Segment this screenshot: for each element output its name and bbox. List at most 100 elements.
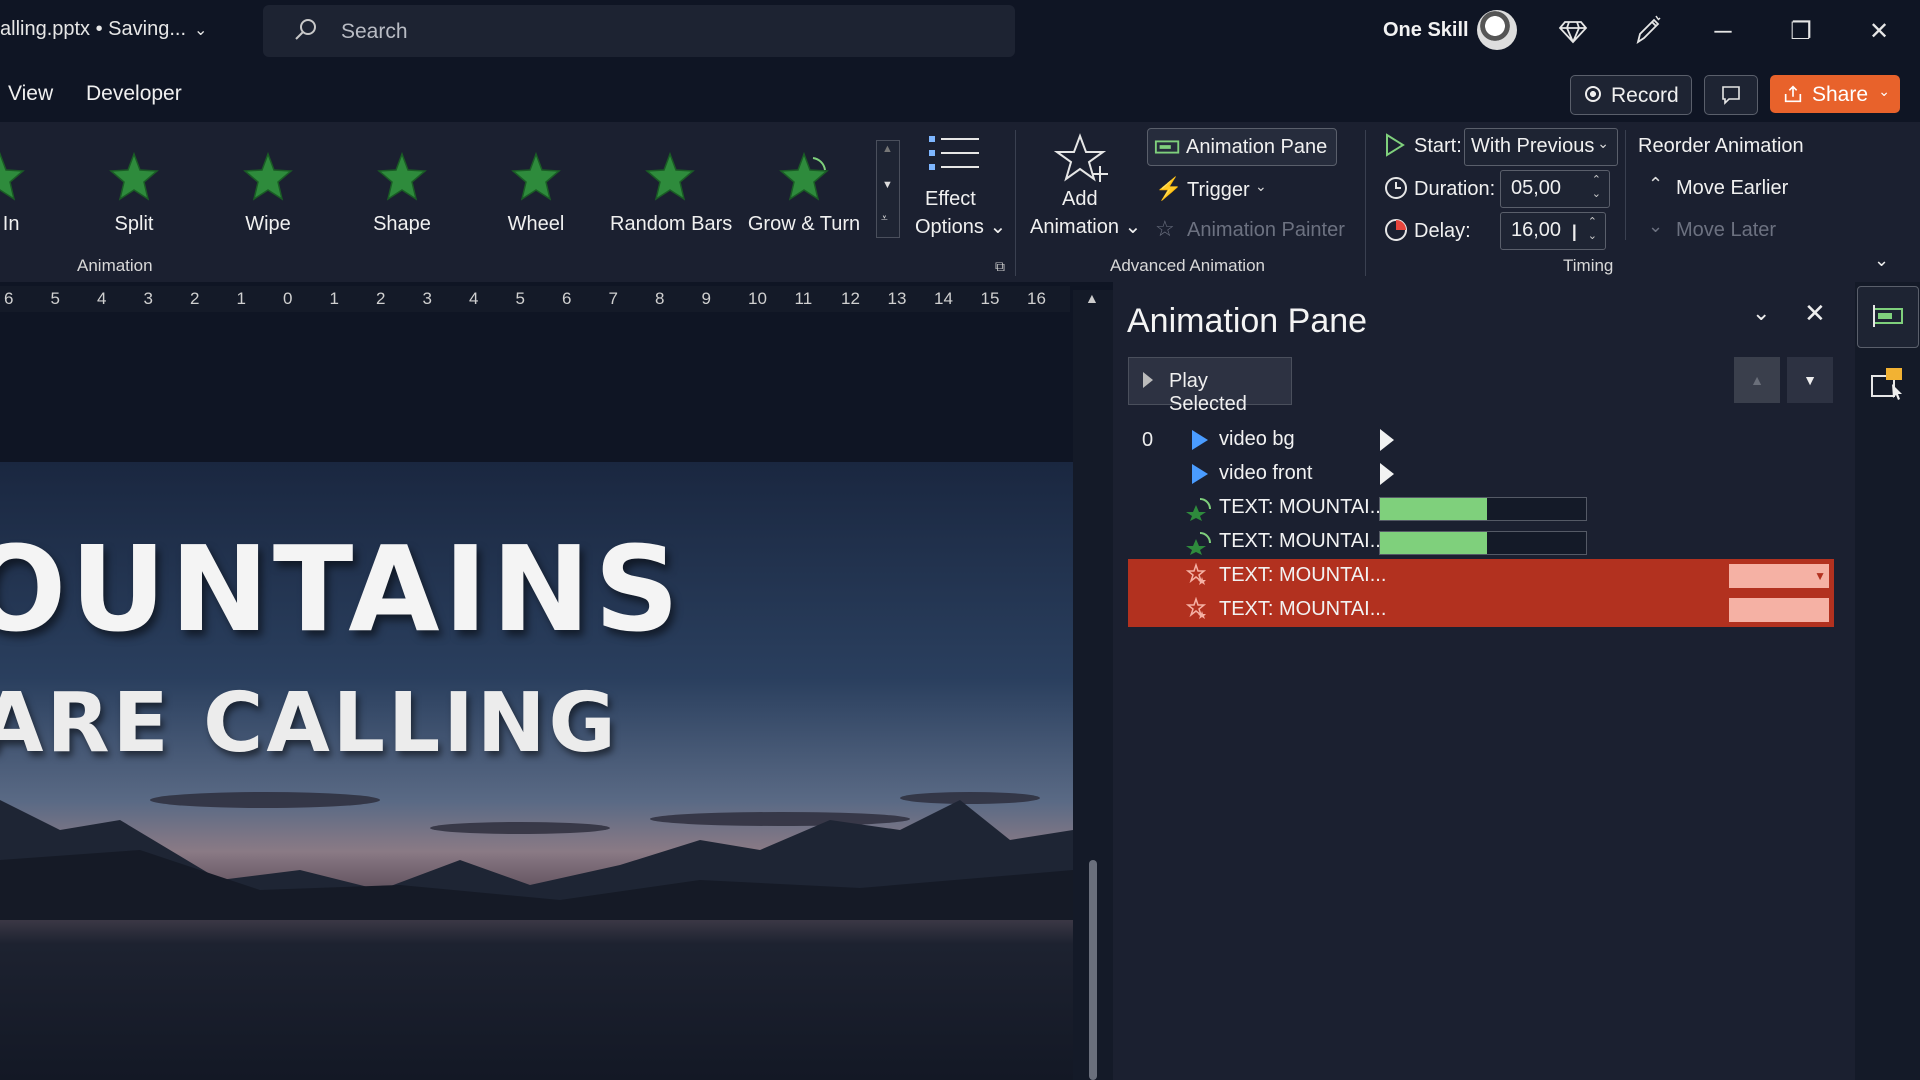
animation-item[interactable]: 0 video bg bbox=[1128, 423, 1834, 457]
move-later-button[interactable]: ⌄ Move Later bbox=[1648, 216, 1808, 246]
restore-button[interactable]: ❐ bbox=[1781, 12, 1821, 52]
close-window-button[interactable]: ✕ bbox=[1859, 12, 1899, 52]
play-selected-button[interactable]: Play Selected bbox=[1128, 357, 1292, 415]
record-button[interactable]: Record bbox=[1570, 75, 1692, 115]
avatar[interactable] bbox=[1477, 10, 1517, 50]
gallery-item[interactable]: Wheel bbox=[476, 150, 596, 236]
start-select[interactable]: With Previous ⌄ bbox=[1464, 128, 1618, 166]
delay-input[interactable]: 16,00 ⌃ ⌄ bbox=[1500, 212, 1606, 250]
move-up-button[interactable]: ▲ bbox=[1734, 357, 1780, 403]
animation-item[interactable]: TEXT: MOUNTAI... bbox=[1128, 593, 1834, 627]
timeline-bar[interactable] bbox=[1379, 531, 1587, 555]
trigger-marker-icon bbox=[1380, 429, 1394, 451]
grow-turn-icon bbox=[1186, 498, 1211, 521]
scroll-up-icon[interactable]: ▲ bbox=[1085, 290, 1099, 306]
gallery-item[interactable]: Shape bbox=[342, 150, 462, 236]
timeline-bar[interactable] bbox=[1379, 497, 1587, 521]
start-label: Start: bbox=[1414, 135, 1462, 157]
gallery-item[interactable]: Split bbox=[74, 150, 194, 236]
move-earlier-button[interactable]: ⌃ Move Earlier bbox=[1648, 174, 1808, 204]
mountain-silhouette bbox=[0, 800, 1073, 920]
ruler-mark: 12 bbox=[841, 289, 860, 308]
duration-input[interactable]: 05,00 ⌃ ⌄ bbox=[1500, 170, 1610, 208]
gallery-item[interactable]: Wipe bbox=[208, 150, 328, 236]
animation-item-name: video bg bbox=[1219, 428, 1295, 450]
scroll-thumb[interactable] bbox=[1089, 860, 1097, 1080]
advanced-animation-group-label: Advanced Animation bbox=[1110, 256, 1265, 275]
gallery-item[interactable]: at In bbox=[0, 150, 60, 236]
animation-item[interactable]: TEXT: MOUNTAI... bbox=[1128, 525, 1834, 559]
ruler-mark: 9 bbox=[701, 289, 711, 308]
effect-options-label-1: Effect bbox=[925, 188, 976, 210]
collapse-ribbon-icon[interactable]: ⌄ bbox=[1874, 250, 1889, 271]
ruler-mark: 3 bbox=[143, 289, 153, 308]
animation-item[interactable]: TEXT: MOUNTAI... bbox=[1128, 491, 1834, 525]
gallery-item[interactable]: Random Bars bbox=[610, 150, 733, 236]
play-selected-label: Play Selected bbox=[1169, 370, 1247, 415]
animation-item-name: TEXT: MOUNTAI... bbox=[1219, 564, 1387, 586]
gallery-item-label: at In bbox=[0, 213, 20, 235]
timeline-fill bbox=[1380, 532, 1488, 554]
text-cursor-icon: I bbox=[1571, 220, 1578, 247]
animation-item-name: TEXT: MOUNTAI... bbox=[1219, 530, 1387, 552]
spin-arrows-icon[interactable]: ⌃ ⌄ bbox=[1588, 215, 1597, 243]
slide-canvas[interactable]: OUNTAINS ARE CALLING bbox=[0, 462, 1073, 1080]
gallery-scroll[interactable]: ▲ ▼ ⩡ bbox=[876, 140, 900, 238]
record-label: Record bbox=[1611, 84, 1679, 107]
grow-turn-star-icon bbox=[779, 151, 829, 201]
search-box[interactable]: Search bbox=[263, 5, 1015, 57]
spin-arrows-icon[interactable]: ⌃ ⌄ bbox=[1592, 173, 1601, 201]
add-animation-star-icon bbox=[1054, 133, 1108, 182]
tab-view[interactable]: View bbox=[8, 82, 53, 106]
slide-subtitle[interactable]: ARE CALLING bbox=[0, 676, 619, 771]
chevron-down-icon[interactable]: ⌄ bbox=[194, 22, 207, 39]
start-value: With Previous bbox=[1471, 135, 1595, 157]
animation-item[interactable]: TEXT: MOUNTAI... ▼ bbox=[1128, 559, 1834, 593]
user-name[interactable]: One Skill bbox=[1383, 19, 1469, 42]
item-menu-dropdown-icon[interactable]: ▼ bbox=[1814, 569, 1826, 583]
minimize-button[interactable]: ─ bbox=[1703, 12, 1743, 52]
timing-group-label: Timing bbox=[1563, 256, 1614, 275]
gallery-item[interactable]: Grow & Turn bbox=[744, 150, 864, 236]
ruler-mark: 10 bbox=[748, 289, 767, 308]
dialog-launcher-icon[interactable]: ⧉ bbox=[995, 258, 1005, 275]
gallery-down-icon[interactable]: ▼ bbox=[882, 179, 893, 191]
slide-scrollbar[interactable]: ▲ bbox=[1073, 290, 1113, 1080]
slide-title[interactable]: OUNTAINS bbox=[0, 520, 683, 658]
entrance-star-icon bbox=[109, 151, 159, 201]
ruler-mark: 6 bbox=[4, 289, 14, 308]
timeline-bar[interactable] bbox=[1729, 598, 1829, 622]
animation-pane-icon bbox=[1873, 305, 1903, 327]
animation-pane-button[interactable]: Animation Pane bbox=[1147, 128, 1337, 166]
animation-item[interactable]: video front bbox=[1128, 457, 1834, 491]
ruler-mark: 3 bbox=[422, 289, 432, 308]
trigger-button[interactable]: ⚡ Trigger ⌄ bbox=[1155, 176, 1295, 206]
chevron-down-icon[interactable]: ⌄ bbox=[1878, 83, 1890, 100]
share-label: Share bbox=[1812, 83, 1869, 106]
lightning-icon: ⚡ bbox=[1155, 176, 1183, 201]
selection-pane-toggle[interactable] bbox=[1862, 360, 1912, 410]
pane-title: Animation Pane bbox=[1127, 302, 1368, 340]
animation-painter-button[interactable]: ☆ Animation Painter bbox=[1155, 216, 1345, 246]
duration-value: 05,00 bbox=[1511, 177, 1562, 199]
move-down-button[interactable]: ▼ bbox=[1787, 357, 1833, 403]
reorder-animation-title: Reorder Animation bbox=[1638, 135, 1804, 157]
comments-button[interactable] bbox=[1704, 75, 1758, 115]
share-button[interactable]: Share ⌄ bbox=[1770, 75, 1900, 113]
ruler-mark: 5 bbox=[50, 289, 60, 308]
pane-options-chevron-icon[interactable]: ⌄ bbox=[1752, 300, 1770, 326]
pen-icon[interactable] bbox=[1628, 10, 1668, 50]
gallery-item-label: Random Bars bbox=[610, 213, 733, 235]
add-animation-button[interactable]: Add Animation ⌄ bbox=[1030, 132, 1141, 242]
effect-options-button[interactable]: Effect Options ⌄ bbox=[915, 132, 1006, 242]
animation-item-name: video front bbox=[1219, 462, 1313, 484]
pane-close-icon[interactable]: ✕ bbox=[1804, 298, 1826, 329]
ribbon-separator bbox=[1365, 130, 1366, 276]
animation-pane-toggle[interactable] bbox=[1857, 286, 1919, 348]
gallery-up-icon[interactable]: ▲ bbox=[882, 143, 893, 155]
tab-developer[interactable]: Developer bbox=[86, 82, 182, 106]
file-title[interactable]: alling.pptx • Saving... ⌄ bbox=[0, 18, 207, 41]
file-title-text: alling.pptx • Saving... bbox=[0, 18, 186, 40]
diamond-icon[interactable] bbox=[1553, 10, 1593, 50]
gallery-more-icon[interactable]: ⩡ bbox=[881, 211, 888, 226]
